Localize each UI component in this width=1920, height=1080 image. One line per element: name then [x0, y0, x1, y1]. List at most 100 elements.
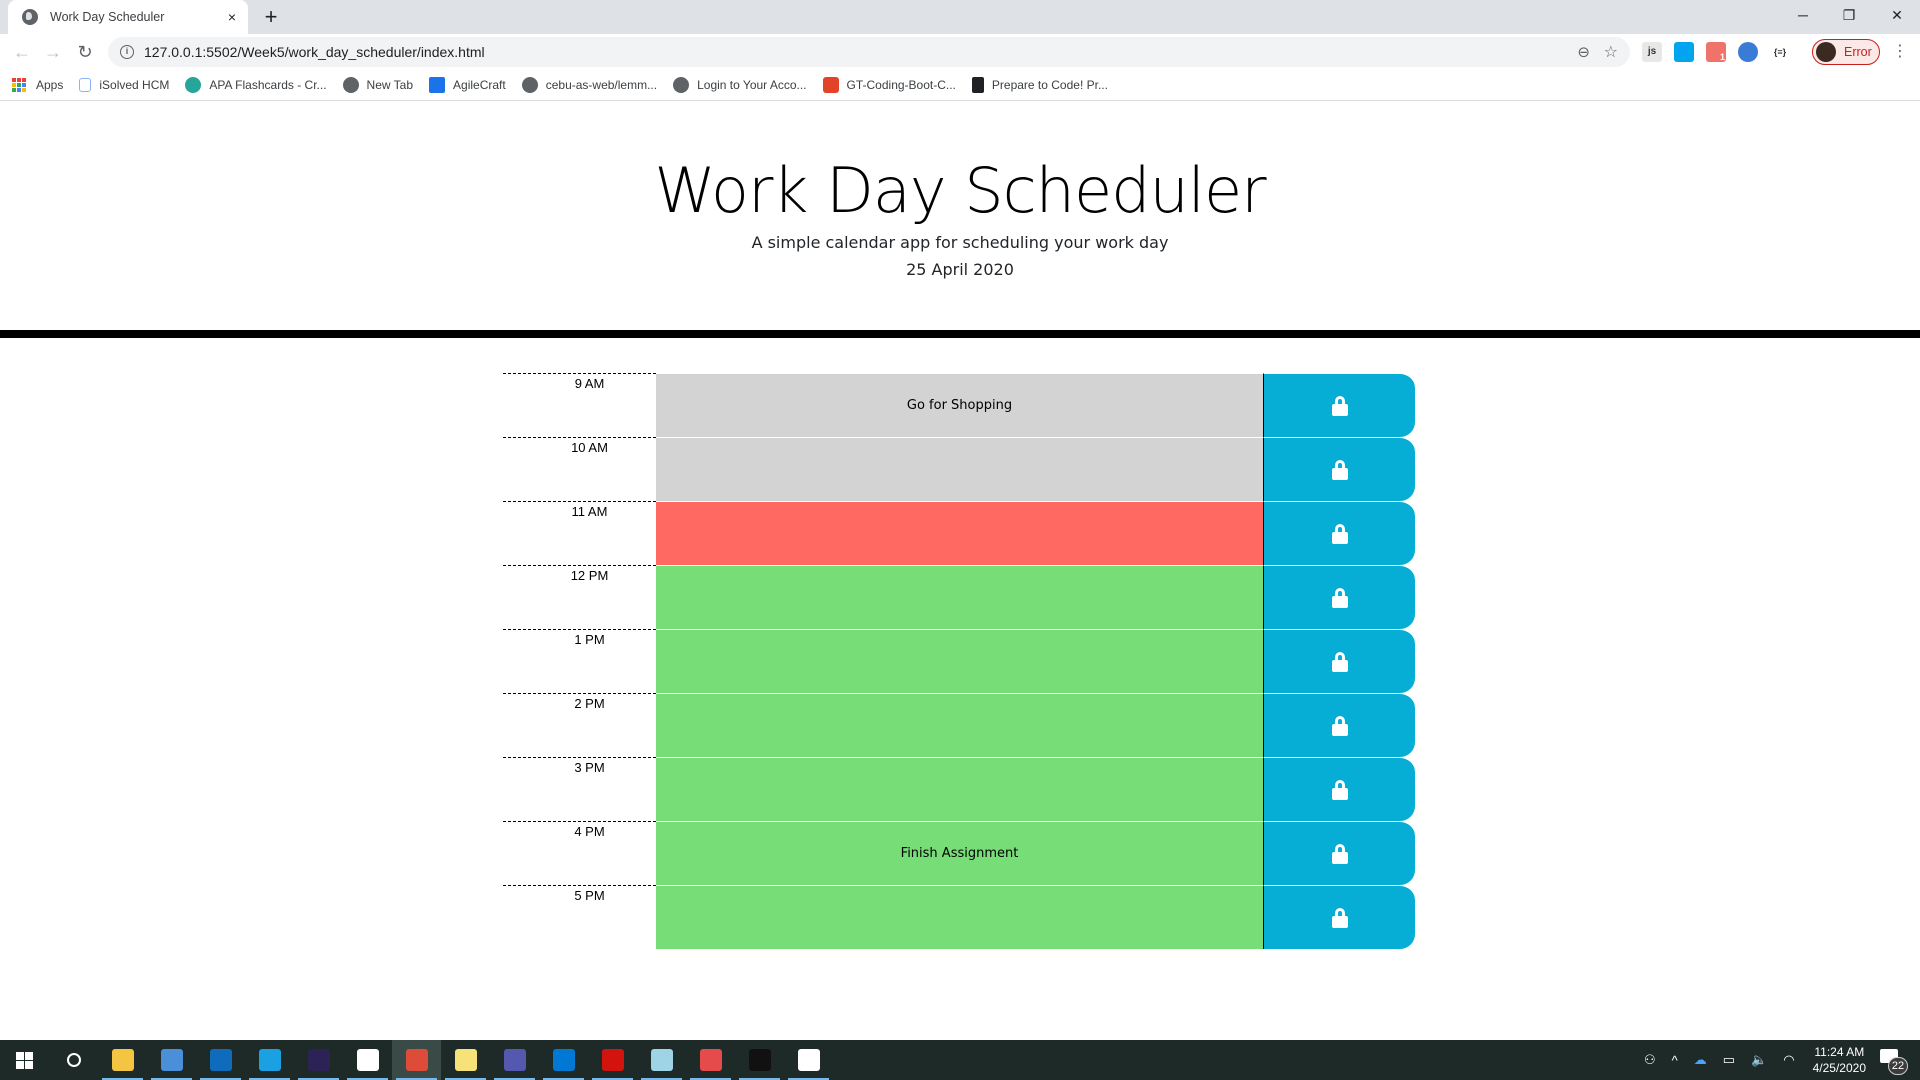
site-info-icon[interactable]: i	[120, 45, 134, 59]
hour-label: 4 PM	[503, 821, 656, 885]
event-description-input[interactable]	[656, 501, 1264, 565]
gitlab-icon	[822, 77, 839, 93]
taskbar-vscode[interactable]	[539, 1040, 588, 1080]
header: Work Day Scheduler A simple calendar app…	[0, 101, 1920, 338]
bookmark-prepare-to-code[interactable]: Prepare to Code! Pr...	[971, 77, 1108, 93]
zoom-icon[interactable]: ⊖	[1577, 43, 1590, 61]
bookmark-gt-coding[interactable]: GT-Coding-Boot-C...	[822, 77, 956, 93]
bookmark-cebu[interactable]: cebu-as-web/lemm...	[521, 77, 657, 93]
save-button[interactable]	[1264, 437, 1415, 501]
close-window-button[interactable]: ✕	[1874, 0, 1920, 30]
taskbar-notepad[interactable]	[637, 1040, 686, 1080]
action-center-button[interactable]: 22	[1876, 1045, 1908, 1075]
taskbar-file-explorer[interactable]	[98, 1040, 147, 1080]
time-block-row: 3 PM	[503, 757, 1415, 821]
people-icon[interactable]: ⚇	[1644, 1052, 1656, 1068]
bookmarks-bar: Apps iSolved HCM APA Flashcards - Cr... …	[0, 70, 1920, 101]
event-description-input[interactable]	[656, 565, 1264, 629]
clock-time: 11:24 AM	[1814, 1045, 1865, 1059]
profile-status: Error	[1844, 45, 1872, 59]
save-button[interactable]	[1264, 565, 1415, 629]
flashcards-icon	[185, 77, 202, 93]
bookmark-label: Apps	[36, 78, 64, 92]
bookmark-new-tab[interactable]: New Tab	[342, 77, 413, 93]
save-button[interactable]	[1264, 693, 1415, 757]
address-bar[interactable]: i 127.0.0.1:5502/Week5/work_day_schedule…	[108, 37, 1630, 67]
profile-button[interactable]: Error	[1812, 39, 1880, 65]
taskbar-internet-explorer[interactable]	[245, 1040, 294, 1080]
taskbar-snipping-tool[interactable]	[686, 1040, 735, 1080]
reload-button[interactable]: ↻	[73, 40, 97, 64]
taskbar-terminal[interactable]	[735, 1040, 784, 1080]
taskbar-slack[interactable]	[343, 1040, 392, 1080]
time-block-row: 9 AM Go for Shopping	[503, 373, 1415, 437]
hour-label: 5 PM	[503, 885, 656, 949]
bookmark-star-icon[interactable]: ☆	[1604, 42, 1618, 62]
remote-desktop-icon	[160, 1049, 183, 1071]
bookmark-apa-flashcards[interactable]: APA Flashcards - Cr...	[185, 77, 327, 93]
lock-icon	[1331, 651, 1348, 672]
taskbar-outlook[interactable]	[196, 1040, 245, 1080]
taskbar-search[interactable]	[49, 1040, 98, 1080]
show-hidden-icons-chevron[interactable]: ^	[1672, 1053, 1678, 1068]
volume-icon[interactable]: 🔈	[1751, 1052, 1767, 1068]
sticky-notes-icon	[454, 1049, 477, 1071]
bookmark-agilecraft[interactable]: AgileCraft	[429, 77, 506, 93]
time-block-row: 11 AM	[503, 501, 1415, 565]
taskbar-chrome[interactable]	[392, 1040, 441, 1080]
event-description-input[interactable]	[656, 757, 1264, 821]
taskbar-start[interactable]	[0, 1040, 49, 1080]
back-button[interactable]: ←	[10, 40, 34, 64]
event-description-input[interactable]: Finish Assignment	[656, 821, 1264, 885]
battery-icon[interactable]: ▭	[1723, 1052, 1735, 1068]
hour-label: 3 PM	[503, 757, 656, 821]
restore-button[interactable]: ❐	[1826, 0, 1872, 30]
taskbar-photos[interactable]	[784, 1040, 833, 1080]
taskbar-acrobat[interactable]	[588, 1040, 637, 1080]
event-description-input[interactable]	[656, 885, 1264, 949]
taskbar-apps	[0, 1040, 833, 1080]
save-button[interactable]	[1264, 501, 1415, 565]
badge-extension-icon[interactable]: 1	[1706, 42, 1726, 62]
browser-tab[interactable]: Work Day Scheduler ×	[8, 0, 248, 34]
onedrive-icon[interactable]: ☁	[1694, 1052, 1707, 1068]
close-tab-icon[interactable]: ×	[228, 9, 236, 25]
bookmark-login[interactable]: Login to Your Acco...	[673, 77, 807, 93]
js-extension-icon[interactable]: js	[1642, 42, 1662, 62]
event-description-input[interactable]	[656, 629, 1264, 693]
save-button[interactable]	[1264, 757, 1415, 821]
save-button[interactable]	[1264, 885, 1415, 949]
clock[interactable]: 11:24 AM 4/25/2020	[1813, 1044, 1866, 1076]
save-button[interactable]	[1264, 373, 1415, 437]
apps-grid-icon	[12, 78, 26, 92]
lock-icon	[1331, 907, 1348, 928]
url-text[interactable]: 127.0.0.1:5502/Week5/work_day_scheduler/…	[144, 44, 485, 60]
browser-menu-icon[interactable]: ⋮	[1892, 42, 1908, 62]
event-description-input[interactable]	[656, 693, 1264, 757]
save-button[interactable]	[1264, 629, 1415, 693]
windows-extension-icon[interactable]	[1674, 42, 1694, 62]
json-extension-icon[interactable]: {≡}	[1770, 42, 1790, 62]
photos-icon	[797, 1049, 820, 1071]
taskbar-remote-desktop[interactable]	[147, 1040, 196, 1080]
save-button[interactable]	[1264, 821, 1415, 885]
wifi-icon[interactable]: ◠	[1783, 1052, 1794, 1068]
globe-icon	[342, 77, 359, 93]
windows-start-icon	[16, 1051, 33, 1069]
new-tab-button[interactable]: +	[258, 4, 284, 30]
slack-icon	[356, 1049, 379, 1071]
taskbar-sticky-notes[interactable]	[441, 1040, 490, 1080]
circle-extension-icon[interactable]	[1738, 42, 1758, 62]
taskbar-teams[interactable]	[490, 1040, 539, 1080]
forward-button[interactable]: →	[41, 40, 65, 64]
time-block-row: 1 PM	[503, 629, 1415, 693]
hour-label: 12 PM	[503, 565, 656, 629]
bookmark-apps[interactable]: Apps	[12, 78, 63, 92]
globe-icon	[521, 77, 538, 93]
minimize-button[interactable]: ─	[1780, 0, 1826, 30]
taskbar-eclipse[interactable]	[294, 1040, 343, 1080]
event-description-input[interactable]: Go for Shopping	[656, 373, 1264, 437]
bookmark-isolved[interactable]: iSolved HCM	[79, 78, 169, 92]
event-description-input[interactable]	[656, 437, 1264, 501]
lock-icon	[1331, 843, 1348, 864]
